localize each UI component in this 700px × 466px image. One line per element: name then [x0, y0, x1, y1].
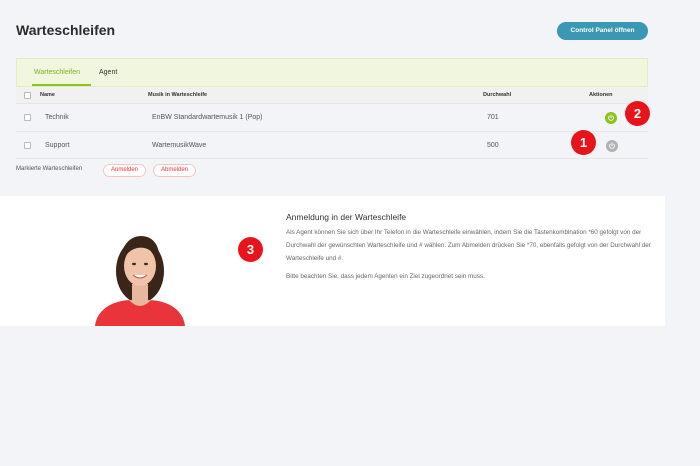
tab-agent[interactable]: Agent: [99, 69, 117, 76]
callout-marker-1: 1: [571, 130, 596, 155]
tab-bar: Warteschleifen Agent: [16, 58, 648, 87]
table-row: Technik EnBW Standardwartemusik 1 (Pop) …: [16, 104, 648, 132]
control-panel-button[interactable]: Control Panel öffnen: [557, 22, 648, 40]
callout-marker-3: 3: [238, 237, 263, 262]
power-icon: [608, 114, 614, 121]
bulk-actions-label: Markierte Warteschleifen: [16, 166, 83, 172]
info-panel: 3 Anmeldung in der Warteschleife Als Age…: [0, 196, 665, 326]
column-header-name: Name: [40, 92, 55, 98]
info-paragraph: Als Agent können Sie sich über Ihr Telef…: [286, 229, 651, 262]
queue-toggle-button[interactable]: [605, 112, 617, 124]
row-checkbox[interactable]: [24, 114, 31, 121]
column-header-music: Musik in Warteschleife: [148, 92, 208, 98]
queue-table: Name Musik in Warteschleife Durchwahl Ak…: [16, 87, 648, 159]
column-header-extension: Durchwahl: [483, 92, 512, 98]
power-icon: [609, 142, 615, 149]
table-header: Name Musik in Warteschleife Durchwahl Ak…: [16, 87, 648, 104]
logout-button[interactable]: Abmelden: [153, 164, 196, 177]
login-button[interactable]: Anmelden: [103, 164, 146, 177]
row-checkbox[interactable]: [24, 142, 31, 149]
callout-marker-2: 2: [625, 101, 650, 126]
info-title: Anmeldung in der Warteschleife: [286, 212, 407, 222]
queue-music: EnBW Standardwartemusik 1 (Pop): [152, 114, 263, 121]
queue-extension: 701: [487, 114, 499, 121]
queue-toggle-button[interactable]: [606, 140, 618, 152]
queue-music: WartemusikWave: [152, 142, 207, 149]
table-row: Support WartemusikWave 500: [16, 132, 648, 159]
queue-name: Support: [45, 142, 70, 149]
tab-warteschleifen[interactable]: Warteschleifen: [34, 69, 80, 76]
select-all-checkbox[interactable]: [24, 92, 31, 99]
active-tab-indicator: [32, 84, 91, 86]
column-header-actions: Aktionen: [589, 92, 613, 98]
agent-photo: [95, 236, 185, 326]
page-title: Warteschleifen: [16, 22, 116, 38]
queue-name: Technik: [45, 114, 69, 121]
queue-extension: 500: [487, 142, 499, 149]
info-paragraph: Bitte beachten Sie, dass jedem Agenten e…: [286, 273, 485, 280]
